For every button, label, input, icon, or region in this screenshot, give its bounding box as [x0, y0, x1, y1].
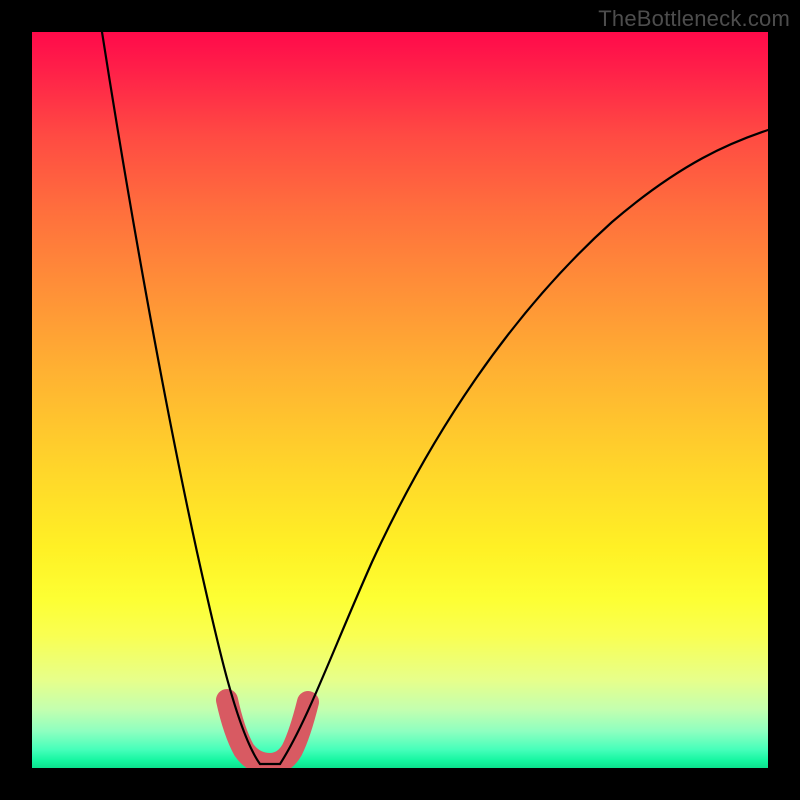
watermark-text: TheBottleneck.com [598, 6, 790, 32]
curve-left [102, 32, 260, 764]
chart-frame: TheBottleneck.com [0, 0, 800, 800]
curve-layer [32, 32, 768, 768]
curve-right [280, 130, 768, 764]
plot-area [32, 32, 768, 768]
highlight-stroke [227, 700, 308, 764]
